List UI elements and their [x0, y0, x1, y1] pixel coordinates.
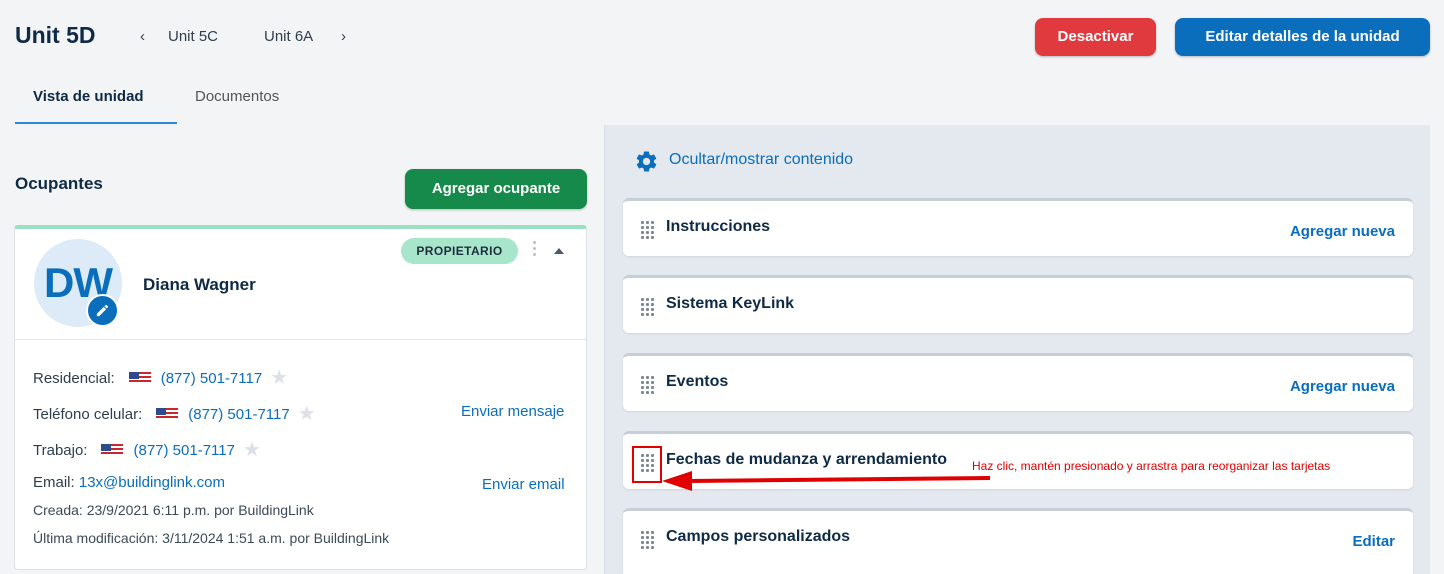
toggle-content-link[interactable]: Ocultar/mostrar contenido: [669, 151, 853, 169]
active-tab-indicator: [15, 122, 177, 124]
tab-documents[interactable]: Documentos: [195, 88, 279, 105]
occupants-panel: Ocupantes Agregar ocupante DW Diana Wagn…: [0, 125, 602, 574]
annotation-arrow: [662, 471, 991, 491]
deactivate-button[interactable]: Desactivar: [1035, 18, 1156, 56]
email-label: Email:: [33, 474, 75, 491]
card-title: Fechas de mudanza y arrendamiento: [666, 451, 947, 468]
annotation-text: Haz clic, mantén presionado y arrastra p…: [972, 459, 1331, 473]
card-title: Instrucciones: [666, 218, 771, 235]
card-title: Eventos: [666, 373, 729, 390]
content-card-custom-fields: Campos personalizados Editar: [623, 508, 1413, 574]
occupant-name: Diana Wagner: [143, 275, 256, 294]
content-card-keylink: Sistema KeyLink: [623, 275, 1413, 333]
card-title: Sistema KeyLink: [666, 295, 795, 312]
add-new-link[interactable]: Agregar nueva: [1290, 223, 1395, 240]
edit-avatar-button[interactable]: [86, 294, 119, 327]
send-message-link[interactable]: Enviar mensaje: [461, 403, 564, 420]
star-icon[interactable]: ★: [270, 367, 288, 389]
email-link[interactable]: 13x@buildinglink.com: [79, 474, 225, 491]
phone-link[interactable]: (877) 501-7117: [133, 442, 234, 459]
status-badge: PROPIETARIO: [401, 238, 518, 264]
page-title: Unit 5D: [15, 22, 96, 48]
drag-handle-icon[interactable]: [641, 298, 655, 316]
send-email-link[interactable]: Enviar email: [482, 476, 565, 493]
phone-row-work: Trabajo: (877) 501-7117 ★: [33, 437, 261, 462]
drag-handle-highlight: [632, 446, 662, 483]
phone-row-mobile: Teléfono celular: (877) 501-7117 ★: [33, 401, 316, 426]
next-unit-link[interactable]: Unit 6A: [264, 28, 313, 45]
pencil-icon: [96, 304, 109, 317]
us-flag-icon: [156, 408, 179, 421]
phone-label: Trabajo:: [33, 442, 88, 459]
chevron-right-icon[interactable]: ›: [341, 28, 346, 45]
phone-link[interactable]: (877) 501-7117: [188, 406, 289, 423]
card-divider: [15, 339, 586, 340]
page-header: Unit 5D ‹ Unit 5C Unit 6A › Desactivar E…: [0, 0, 1444, 125]
us-flag-icon: [101, 444, 124, 457]
phone-row-residential: Residencial: (877) 501-7117 ★: [33, 365, 288, 390]
star-icon[interactable]: ★: [243, 439, 261, 461]
us-flag-icon: [128, 372, 151, 385]
card-title: Campos personalizados: [666, 528, 851, 545]
chevron-left-icon[interactable]: ‹: [140, 28, 145, 45]
occupant-card: DW Diana Wagner PROPIETARIO Residencial:…: [14, 225, 587, 570]
star-icon[interactable]: ★: [298, 403, 316, 425]
gear-icon[interactable]: [634, 149, 659, 174]
tab-unit-view[interactable]: Vista de unidad: [33, 88, 144, 105]
phone-link[interactable]: (877) 501-7117: [161, 370, 262, 387]
modified-info: Última modificación: 3/11/2024 1:51 a.m.…: [33, 530, 390, 546]
drag-handle-icon[interactable]: [641, 376, 655, 394]
occupants-title: Ocupantes: [15, 174, 103, 193]
collapse-icon[interactable]: [554, 248, 564, 254]
phone-label: Residencial:: [33, 370, 115, 387]
drag-handle-icon[interactable]: [641, 531, 655, 549]
add-new-link[interactable]: Agregar nueva: [1290, 378, 1395, 395]
edit-unit-button[interactable]: Editar detalles de la unidad: [1175, 18, 1430, 56]
prev-unit-link[interactable]: Unit 5C: [168, 28, 218, 45]
email-row: Email: 13x@buildinglink.com: [33, 474, 225, 491]
more-options-icon[interactable]: [529, 238, 539, 262]
content-card-instructions: Instrucciones Agregar nueva: [623, 198, 1413, 256]
phone-label: Teléfono celular:: [33, 406, 143, 423]
drag-handle-icon[interactable]: [641, 221, 655, 239]
content-panel: Ocultar/mostrar contenido Instrucciones …: [604, 125, 1430, 574]
edit-link[interactable]: Editar: [1352, 533, 1395, 550]
add-occupant-button[interactable]: Agregar ocupante: [405, 169, 587, 209]
content-card-events: Eventos Agregar nueva: [623, 353, 1413, 411]
created-info: Creada: 23/9/2021 6:11 p.m. por Building…: [33, 502, 314, 518]
